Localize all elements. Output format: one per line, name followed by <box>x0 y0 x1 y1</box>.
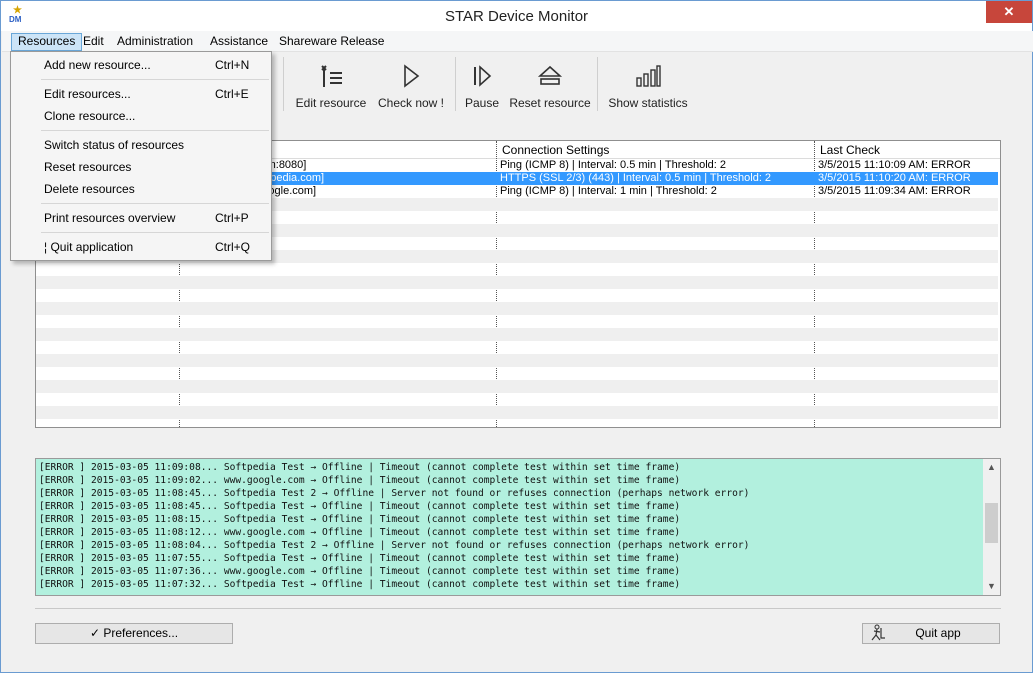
menu-item-print-overview[interactable]: Print resources overview Ctrl+P <box>12 208 270 228</box>
title-bar: ★ DM STAR Device Monitor ✕ <box>1 1 1032 31</box>
column-header-connection-settings[interactable]: Connection Settings <box>502 143 609 157</box>
log-line: [ERROR ] 2015-03-05 11:07:32... Softpedi… <box>39 579 681 590</box>
table-row[interactable] <box>36 263 998 276</box>
menu-item-switch-status[interactable]: Switch status of resources <box>12 135 270 155</box>
menu-assistance[interactable]: Assistance <box>204 33 274 51</box>
pause-icon <box>474 65 492 87</box>
menu-item-clone-resource[interactable]: Clone resource... <box>12 106 270 126</box>
table-row[interactable] <box>36 341 998 354</box>
log-line: [ERROR ] 2015-03-05 11:08:04... Softpedi… <box>39 540 750 551</box>
bar-chart-icon <box>636 65 661 87</box>
column-header-last-check[interactable]: Last Check <box>820 143 880 157</box>
cell-connection-settings: Ping (ICMP 8) | Interval: 0.5 min | Thre… <box>500 159 727 171</box>
cell-connection-settings: Ping (ICMP 8) | Interval: 1 min | Thresh… <box>500 185 717 197</box>
quit-app-button[interactable]: Quit app <box>862 623 1000 644</box>
table-row[interactable] <box>36 354 998 367</box>
cell-last-check: 3/5/2015 11:09:34 AM: ERROR <box>818 185 971 197</box>
table-row[interactable] <box>36 328 998 341</box>
menu-edit[interactable]: Edit <box>77 33 110 51</box>
menu-item-edit-resources[interactable]: Edit resources... Ctrl+E <box>12 84 270 104</box>
cell-last-check: 3/5/2015 11:10:20 AM: ERROR <box>818 172 971 184</box>
log-line: [ERROR ] 2015-03-05 11:08:45... Softpedi… <box>39 501 681 512</box>
table-row[interactable] <box>36 406 998 419</box>
toolbar-separator <box>455 57 456 111</box>
table-row[interactable] <box>36 380 998 393</box>
log-line: [ERROR ] 2015-03-05 11:08:12... www.goog… <box>39 527 681 538</box>
menu-item-delete-resources[interactable]: Delete resources <box>12 179 270 199</box>
scroll-thumb[interactable] <box>985 503 998 543</box>
close-button[interactable]: ✕ <box>986 1 1032 23</box>
pause-button[interactable]: Pause <box>462 57 502 113</box>
show-statistics-button[interactable]: Show statistics <box>606 57 690 113</box>
scroll-up-icon[interactable]: ▲ <box>983 459 1000 476</box>
log-line: [ERROR ] 2015-03-05 11:09:08... Softpedi… <box>39 462 681 473</box>
menu-separator <box>41 232 269 233</box>
menu-item-reset-resources[interactable]: Reset resources <box>12 157 270 177</box>
cell-last-check: 3/5/2015 11:10:09 AM: ERROR <box>818 159 971 171</box>
toolbar-separator <box>597 57 598 111</box>
menu-item-add-new-resource[interactable]: Add new resource... Ctrl+N <box>12 55 270 75</box>
menu-shareware-release[interactable]: Shareware Release <box>273 33 390 51</box>
table-row[interactable] <box>36 367 998 380</box>
scroll-down-icon[interactable]: ▼ <box>983 578 1000 595</box>
table-row[interactable] <box>36 289 998 302</box>
menu-separator <box>41 130 269 131</box>
cell-connection-settings: HTTPS (SSL 2/3) (443) | Interval: 0.5 mi… <box>500 172 772 184</box>
check-now-button[interactable]: Check now ! <box>376 57 446 113</box>
event-log[interactable]: [ERROR ] 2015-03-05 11:09:08... Softpedi… <box>35 458 1001 596</box>
resources-dropdown-menu: Add new resource... Ctrl+N Edit resource… <box>10 51 272 261</box>
log-scrollbar[interactable]: ▲ ▼ <box>983 459 1000 595</box>
app-window: ★ DM STAR Device Monitor ✕ Resources Edit… <box>0 0 1033 673</box>
menu-administration[interactable]: Administration <box>111 33 199 51</box>
preferences-button[interactable]: ✓ Preferences... <box>35 623 233 644</box>
reset-icon <box>537 65 563 85</box>
window-title: STAR Device Monitor <box>444 8 589 25</box>
log-line: [ERROR ] 2015-03-05 11:07:55... Softpedi… <box>39 553 681 564</box>
quit-person-icon <box>869 624 887 648</box>
menu-resources[interactable]: Resources <box>11 33 83 51</box>
play-icon <box>404 64 420 88</box>
reset-resource-button[interactable]: Reset resource <box>508 57 592 113</box>
table-row[interactable] <box>36 393 998 406</box>
log-line: [ERROR ] 2015-03-05 11:08:15... Softpedi… <box>39 514 681 525</box>
log-line: [ERROR ] 2015-03-05 11:08:45... Softpedi… <box>39 488 750 499</box>
log-line: [ERROR ] 2015-03-05 11:09:02... www.goog… <box>39 475 681 486</box>
edit-resource-button[interactable]: Edit resource <box>292 57 370 113</box>
table-row[interactable] <box>36 302 998 315</box>
wrench-list-icon <box>321 65 342 87</box>
footer-divider <box>35 608 1001 609</box>
toolbar-separator <box>283 57 284 111</box>
menu-separator <box>41 203 269 204</box>
table-row[interactable] <box>36 276 998 289</box>
log-line: [ERROR ] 2015-03-05 11:07:36... www.goog… <box>39 566 681 577</box>
menu-item-quit-application[interactable]: ¦ Quit application Ctrl+Q <box>12 237 270 257</box>
menu-bar: Resources Edit Administration Assistance… <box>2 31 1033 52</box>
menu-separator <box>41 79 269 80</box>
table-row[interactable] <box>36 315 998 328</box>
